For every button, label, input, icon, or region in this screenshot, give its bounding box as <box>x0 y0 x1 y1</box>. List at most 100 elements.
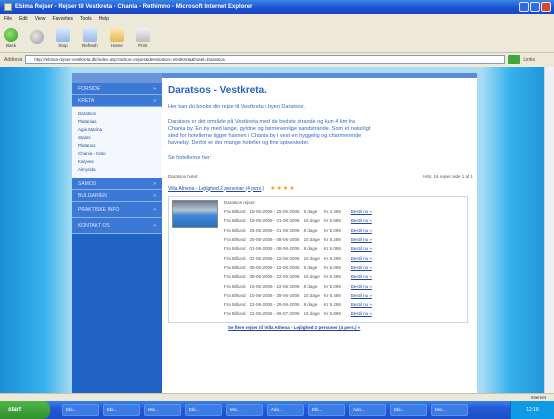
offer-row: Fra Billund 15-06-2006 - 29-06-2006 15 dag… <box>224 291 376 300</box>
offer-departure: Fra Billund <box>224 246 246 252</box>
sidebar-section-label: FORSIDE <box>78 85 101 92</box>
book-link[interactable]: Bestil nu » <box>351 291 376 300</box>
menu-tools[interactable]: Tools <box>80 16 92 22</box>
offer-dates: 18-05-2006 - 01-06-2006 <box>249 218 300 224</box>
book-link[interactable]: Bestil nu » <box>351 216 376 225</box>
offer-duration: 8 dage <box>303 264 318 270</box>
book-link[interactable]: Bestil nu » <box>351 281 376 290</box>
web-page: FORSIDE » KRETA » Daratsos Platanias Agia … <box>72 73 477 393</box>
taskbar-button[interactable]: Ebi... <box>103 404 140 416</box>
go-button[interactable] <box>508 55 521 64</box>
taskbar-button[interactable]: Mic... <box>226 404 263 416</box>
menu-bar: File Edit View Favorites Tools Help <box>0 14 554 23</box>
sidebar-item[interactable]: Platanos <box>78 142 162 150</box>
offer-price: Kr 5.098 <box>323 246 341 252</box>
sidebar-item[interactable]: Chania - Kato <box>78 150 162 158</box>
results-left: Daratsos hotel: <box>168 174 199 179</box>
home-button[interactable]: Home <box>109 27 124 48</box>
hotel-photo[interactable] <box>172 200 218 228</box>
offer-duration: 15 dage <box>303 237 320 243</box>
offer-dates: 25-05-2006 - 01-06-2006 <box>249 227 300 233</box>
hotel-link[interactable]: Villa Athena - Lejlighed 2 personer (4 p… <box>168 186 264 192</box>
window-title: Ebima Rejser - Rejser til Vestkreta - Ch… <box>15 4 253 10</box>
minimize-button[interactable] <box>519 2 529 12</box>
back-label: Back <box>5 42 16 48</box>
offer-row: Fra Billund 22-06-2006 - 29-06-2006 8 dage… <box>224 300 376 309</box>
taskbar-button[interactable]: Mic... <box>431 404 468 416</box>
book-link[interactable]: Bestil nu » <box>351 272 376 281</box>
menu-edit[interactable]: Edit <box>19 16 28 22</box>
forward-button[interactable] <box>30 30 44 45</box>
book-link[interactable]: Bestil nu » <box>351 207 376 216</box>
sidebar-section-kreta[interactable]: KRETA » <box>72 95 162 107</box>
more-trips-link[interactable]: Se flere rejser til Villa Athena - Lejli… <box>228 325 473 330</box>
book-link[interactable]: Bestil nu » <box>351 244 376 253</box>
home-label: Home <box>110 42 123 48</box>
offer-dates: 22-06-2006 - 29-06-2006 <box>249 302 300 308</box>
menu-favorites[interactable]: Favorites <box>52 16 73 22</box>
page-title: Daratsos - Vestkreta. <box>168 85 267 96</box>
taskbar-button[interactable]: Ado... <box>349 404 386 416</box>
chevron-icon: » <box>153 206 156 213</box>
taskbar-button[interactable]: Ado... <box>267 404 304 416</box>
offer-departure: Fra Billund <box>224 255 246 261</box>
sidebar-section-samos[interactable]: SAMOS » <box>72 178 162 190</box>
sidebar-item[interactable]: Agia Marina <box>78 126 162 134</box>
offer-duration: 15 dage <box>303 274 320 280</box>
book-link[interactable]: Bestil nu » <box>351 253 376 262</box>
back-button[interactable]: Back <box>4 27 18 48</box>
refresh-button[interactable]: Refresh <box>82 27 98 48</box>
sidebar-section-forside[interactable]: FORSIDE » <box>72 83 162 95</box>
offer-duration: 8 dage <box>303 302 318 308</box>
print-button[interactable]: Print <box>135 27 150 48</box>
browser-viewport: FORSIDE » KRETA » Daratsos Platanias Agia … <box>0 67 554 393</box>
print-icon <box>135 27 150 42</box>
sidebar-item[interactable]: Stalos <box>78 134 162 142</box>
start-button[interactable]: start <box>0 401 50 419</box>
offers-title: Daratsos rejser: <box>224 200 256 205</box>
menu-view[interactable]: View <box>35 16 46 22</box>
book-link[interactable]: Bestil nu » <box>351 309 376 318</box>
offer-dates: 25-05-2006 - 08-06-2006 <box>249 237 300 243</box>
offers-box: Daratsos rejser: Fra Billund 18-05-2006 -… <box>168 196 468 323</box>
book-link[interactable]: Bestil nu » <box>351 300 376 309</box>
back-icon <box>4 27 18 42</box>
address-input[interactable]: http://ebima-rejser-vestkreta.dk/index.a… <box>25 55 506 64</box>
vertical-scrollbar[interactable] <box>544 67 554 393</box>
sidebar-item[interactable]: Platanias <box>78 118 162 126</box>
sidebar-section-kontakt[interactable]: KONTAKT OS » <box>72 218 162 234</box>
menu-help[interactable]: Help <box>99 16 109 22</box>
sidebar-item[interactable]: Daratsos <box>78 110 162 118</box>
stop-button[interactable]: Stop <box>56 27 70 48</box>
menu-file[interactable]: File <box>4 16 12 22</box>
stop-label: Stop <box>58 42 68 48</box>
taskbar-button[interactable]: Ebi... <box>185 404 222 416</box>
taskbar-button[interactable]: Ebi... <box>308 404 345 416</box>
close-button[interactable] <box>541 2 551 12</box>
sidebar-section-bulgarien[interactable]: BULGARIEN » <box>72 190 162 202</box>
status-bar: Internet <box>0 393 554 401</box>
offer-departure: Fra Billund <box>224 237 246 243</box>
links-label[interactable]: Links <box>523 57 535 63</box>
sidebar-section-praktiske-info[interactable]: PRAKTISKE INFO » <box>72 202 162 218</box>
offer-departure: Fra Billund <box>224 264 246 270</box>
taskbar-button[interactable]: Ebi... <box>390 404 427 416</box>
book-link[interactable]: Bestil nu » <box>351 235 376 244</box>
offer-price: Kr 6.298 <box>323 237 341 243</box>
maximize-button[interactable] <box>530 2 540 12</box>
offer-dates: 22-06-2006 - 06-07-2006 <box>249 311 300 317</box>
taskbar-button[interactable]: Mic... <box>144 404 181 416</box>
refresh-icon <box>82 27 97 42</box>
offer-departure: Fra Billund <box>224 292 246 298</box>
offer-price: Kr 4.498 <box>323 209 341 215</box>
sidebar-item[interactable]: Kalyves <box>78 158 162 166</box>
results-header: Daratsos hotel: Hits: 16 rejser side 1 a… <box>168 174 473 179</box>
taskbar-button[interactable]: Ebi... <box>62 404 99 416</box>
chevron-icon: » <box>153 85 156 92</box>
sidebar-item[interactable]: Almyrida <box>78 166 162 174</box>
book-link[interactable]: Bestil nu » <box>351 263 376 272</box>
book-link[interactable]: Bestil nu » <box>351 226 376 235</box>
ie-icon <box>4 3 12 11</box>
sidebar: FORSIDE » KRETA » Daratsos Platanias Agia … <box>72 73 162 393</box>
sidebar-section-label: PRAKTISKE INFO <box>78 206 120 213</box>
